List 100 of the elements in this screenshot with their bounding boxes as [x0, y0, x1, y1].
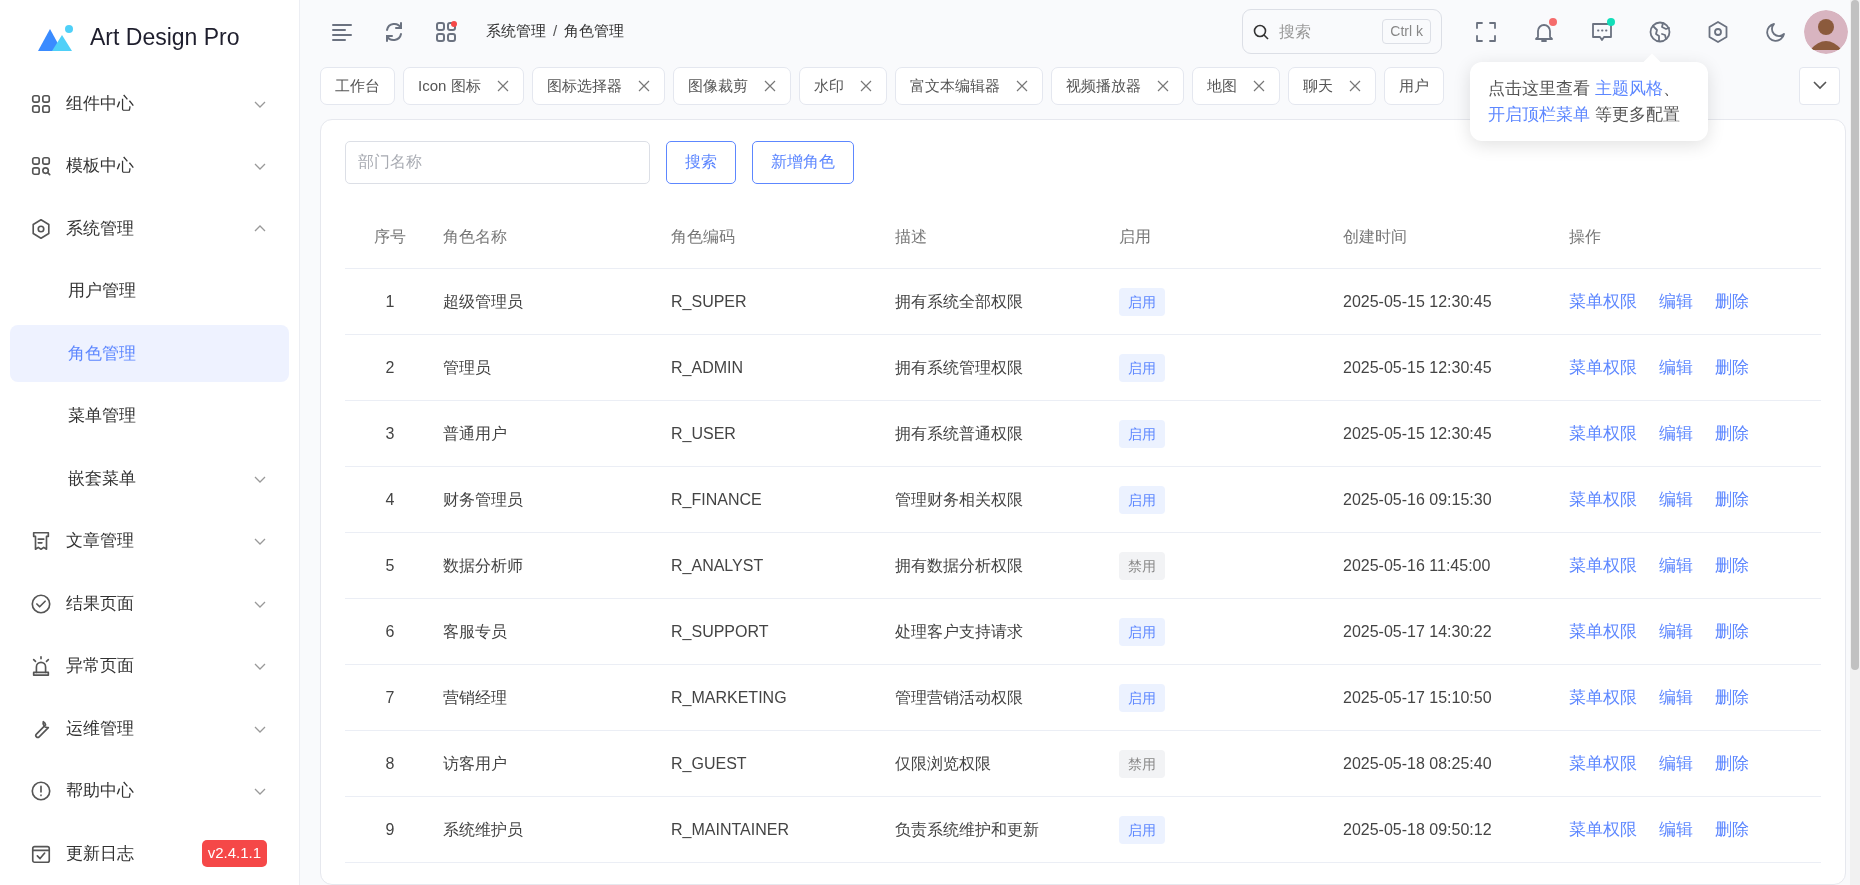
- table-cell: 营销经理: [435, 664, 663, 731]
- action-link[interactable]: 删除: [1715, 292, 1749, 310]
- version-badge: v2.4.1.1: [201, 840, 267, 867]
- action-link[interactable]: 菜单权限: [1569, 358, 1637, 376]
- fullscreen-icon[interactable]: [1474, 19, 1498, 44]
- sidebar-label: 结果页面: [66, 592, 134, 615]
- table-cell: 2025-05-18 08:25:40: [1335, 730, 1561, 797]
- tab[interactable]: 图像裁剪: [672, 67, 791, 105]
- close-icon[interactable]: [637, 79, 650, 92]
- table-cell: 5: [345, 532, 435, 599]
- input-field[interactable]: 部门名称: [345, 140, 650, 184]
- avatar[interactable]: [1804, 9, 1848, 54]
- action-link[interactable]: 编辑: [1659, 424, 1693, 442]
- sidebar-item[interactable]: 用户管理: [10, 262, 289, 320]
- link[interactable]: 主题风格: [1594, 79, 1663, 98]
- close-icon[interactable]: [1015, 79, 1028, 92]
- sidebar-label: 用户管理: [68, 280, 136, 303]
- action-link[interactable]: 编辑: [1659, 292, 1693, 310]
- sidebar-item[interactable]: 系统管理: [10, 200, 289, 257]
- table-cell: 管理营销活动权限: [887, 664, 1111, 731]
- tabs-dropdown-button[interactable]: [1799, 67, 1840, 105]
- action-link[interactable]: 编辑: [1659, 556, 1693, 574]
- tab[interactable]: 水印: [798, 67, 887, 105]
- action-link[interactable]: 删除: [1715, 622, 1749, 640]
- tooltip-text: 点击这里查看 主题风格、 开启顶栏菜单 等更多配置: [1488, 78, 1681, 126]
- sidebar-label: 模板中心: [66, 155, 134, 178]
- action-link[interactable]: 菜单权限: [1569, 754, 1637, 772]
- tab[interactable]: 工作台: [320, 67, 395, 105]
- sidebar-item[interactable]: 模板中心: [10, 137, 289, 195]
- table-cell: 7: [345, 664, 435, 731]
- action-link[interactable]: 删除: [1715, 490, 1749, 508]
- action-link[interactable]: 菜单权限: [1569, 622, 1637, 640]
- action-link[interactable]: 菜单权限: [1569, 292, 1637, 310]
- table-cell: 8: [345, 730, 435, 797]
- table-cell: 拥有系统全部权限: [887, 268, 1111, 335]
- column-header: 创建时间: [1335, 206, 1561, 269]
- table-cell: 客服专员: [435, 598, 663, 665]
- table-cell: 财务管理员: [435, 466, 663, 533]
- sidebar-item[interactable]: 异常页面: [10, 637, 289, 695]
- action-link[interactable]: 删除: [1715, 556, 1749, 574]
- tab[interactable]: 图标选择器: [531, 67, 665, 105]
- sidebar-item[interactable]: 帮助中心: [10, 762, 289, 820]
- close-icon[interactable]: [763, 79, 776, 92]
- sidebar-item[interactable]: 结果页面: [10, 575, 289, 632]
- tab[interactable]: 用户: [1383, 67, 1444, 105]
- sidebar-label: 异常页面: [66, 655, 134, 678]
- settings-icon[interactable]: [1706, 19, 1730, 44]
- action-link[interactable]: 编辑: [1659, 688, 1693, 706]
- add-role-button[interactable]: 新增角色: [752, 140, 854, 184]
- sidebar-item[interactable]: 更新日志 v2.4.1.1: [10, 825, 289, 882]
- action-link[interactable]: 删除: [1715, 820, 1749, 838]
- tab[interactable]: Icon 图标: [403, 67, 524, 105]
- action-link[interactable]: 菜单权限: [1569, 424, 1637, 442]
- sidebar-item[interactable]: 嵌套菜单: [10, 450, 289, 507]
- table-cell: 2025-05-16 11:45:00: [1335, 532, 1561, 599]
- close-icon[interactable]: [1156, 79, 1169, 92]
- action-link[interactable]: 菜单权限: [1569, 688, 1637, 706]
- search-button[interactable]: 搜索: [666, 140, 736, 184]
- status-tag: 启用: [1119, 287, 1165, 316]
- action-link[interactable]: 删除: [1715, 358, 1749, 376]
- action-link[interactable]: 菜单权限: [1569, 820, 1637, 838]
- action-link[interactable]: 编辑: [1659, 622, 1693, 640]
- tab[interactable]: 地图: [1191, 67, 1280, 105]
- breadcrumb-item[interactable]: 系统管理: [486, 22, 546, 40]
- action-link[interactable]: 编辑: [1659, 754, 1693, 772]
- status-tag: 启用: [1119, 485, 1165, 514]
- action-link[interactable]: 菜单权限: [1569, 556, 1637, 574]
- breadcrumb-item[interactable]: 角色管理: [564, 22, 625, 40]
- action-link[interactable]: 删除: [1715, 688, 1749, 706]
- action-link[interactable]: 编辑: [1659, 820, 1693, 838]
- action-link[interactable]: 编辑: [1659, 358, 1693, 376]
- sidebar-item[interactable]: 角色管理: [10, 325, 289, 382]
- close-icon[interactable]: [1348, 79, 1361, 92]
- search-icon: [1253, 23, 1269, 40]
- status-tag: 启用: [1119, 353, 1165, 382]
- status-tag: 启用: [1119, 815, 1165, 844]
- scrollbar-thumb[interactable]: [1851, 0, 1859, 670]
- tab[interactable]: 视频播放器: [1050, 67, 1184, 105]
- link[interactable]: 开启顶栏菜单: [1488, 104, 1590, 124]
- globe-icon[interactable]: [1648, 19, 1672, 44]
- tab[interactable]: 聊天: [1287, 67, 1376, 105]
- action-link[interactable]: 删除: [1715, 754, 1749, 772]
- table-cell: R_FINANCE: [663, 466, 887, 533]
- search-field[interactable]: 搜索 Ctrl k: [1242, 9, 1442, 55]
- close-icon[interactable]: [859, 79, 872, 92]
- column-header: 序号: [345, 206, 435, 269]
- sidebar-item[interactable]: 组件中心: [10, 75, 289, 132]
- action-link[interactable]: 菜单权限: [1569, 490, 1637, 508]
- close-icon[interactable]: [496, 79, 509, 92]
- table-cell: 拥有系统管理权限: [887, 334, 1111, 401]
- sidebar-label: 更新日志: [66, 842, 134, 865]
- table-cell: 2025-05-17 14:30:22: [1335, 598, 1561, 665]
- action-link[interactable]: 编辑: [1659, 490, 1693, 508]
- tab[interactable]: 富文本编辑器: [894, 67, 1043, 105]
- action-link[interactable]: 删除: [1715, 424, 1749, 442]
- sidebar-item[interactable]: 运维管理: [10, 700, 289, 757]
- sidebar-item[interactable]: 菜单管理: [10, 387, 289, 445]
- close-icon[interactable]: [1252, 79, 1265, 92]
- sidebar-item[interactable]: 文章管理: [10, 512, 289, 570]
- search-placeholder: 搜索: [1279, 21, 1311, 42]
